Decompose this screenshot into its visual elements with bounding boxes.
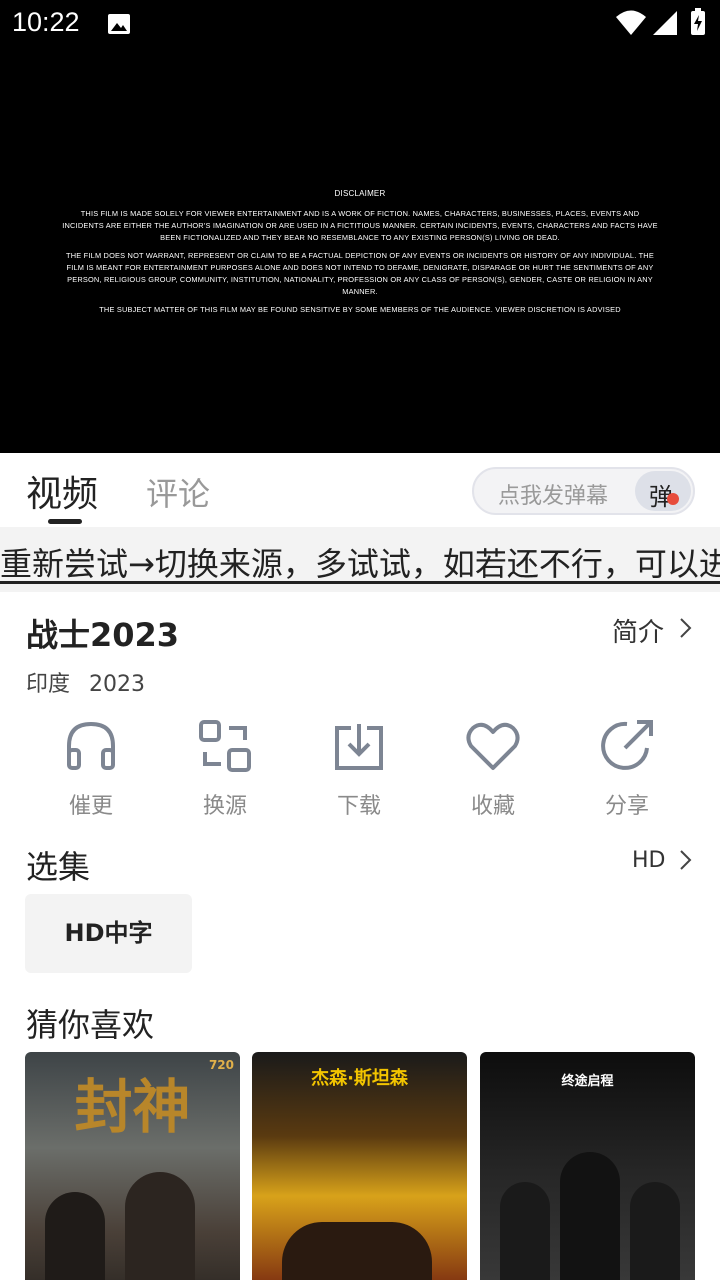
urge-update-label: 催更	[68, 794, 113, 819]
urge-update-button[interactable]: 催更	[41, 716, 141, 820]
disclaimer-text: DISCLAIMER THIS FILM IS MADE SOLELY FOR …	[60, 188, 660, 322]
tab-bar: 视频 评论 点我发弹幕 弹	[0, 453, 720, 527]
download-icon	[335, 724, 383, 770]
disclaimer-paragraph: THIS FILM IS MADE SOLELY FOR VIEWER ENTE…	[62, 209, 658, 242]
danmu-placeholder: 点我发弹幕	[498, 484, 609, 509]
image-icon	[108, 14, 130, 34]
video-player[interactable]: 10:22 DISCLAIMER THIS FILM IS MADE SOLEL…	[0, 0, 720, 453]
poster-corner-label: 720	[208, 1058, 234, 1072]
poster-figure	[630, 1182, 680, 1280]
poster-figure	[500, 1182, 550, 1280]
favorite-label: 收藏	[470, 794, 515, 819]
switch-source-icon	[199, 720, 251, 772]
movie-meta: 印度 2023	[26, 666, 145, 698]
favorite-button[interactable]: 收藏	[443, 716, 543, 820]
episodes-title: 选集	[26, 848, 91, 886]
status-bar: 10:22	[0, 0, 720, 50]
action-row: 催更 换源 下载 收藏 分享	[0, 716, 720, 826]
poster-title: 封神	[74, 1073, 191, 1141]
share-label: 分享	[604, 794, 649, 819]
status-time: 10:22	[12, 7, 80, 37]
chevron-right-icon[interactable]	[676, 617, 694, 639]
movie-year: 2023	[89, 672, 146, 697]
poster-title: 杰森·斯坦森	[311, 1068, 408, 1089]
tab-active-indicator	[48, 519, 82, 524]
disclaimer-paragraph: THE FILM DOES NOT WARRANT, REPRESENT OR …	[66, 251, 654, 296]
episodes-quality-link[interactable]: HD	[632, 848, 665, 873]
download-button[interactable]: 下载	[309, 716, 409, 820]
danmu-toggle-button[interactable]: 弹	[635, 471, 691, 511]
poster-figure	[125, 1172, 195, 1280]
download-label: 下载	[336, 794, 381, 819]
switch-source-button[interactable]: 换源	[175, 716, 275, 820]
danmu-input[interactable]: 点我发弹幕 弹	[472, 467, 695, 515]
recommend-poster[interactable]: 终途启程	[480, 1052, 695, 1280]
movie-region: 印度	[26, 672, 71, 697]
share-button[interactable]: 分享	[577, 716, 677, 820]
signal-icon	[653, 11, 677, 35]
check-badge-icon	[667, 493, 679, 505]
notice-text: 重新尝试→切换来源，多试试，如若还不行，可以进	[0, 545, 720, 583]
tab-comments[interactable]: 评论	[146, 469, 210, 515]
intro-link[interactable]: 简介	[612, 612, 664, 649]
recommend-poster[interactable]: 封神 720	[25, 1052, 240, 1280]
switch-source-label: 换源	[202, 794, 247, 819]
poster-figure	[560, 1152, 620, 1280]
notice-marquee: 重新尝试→切换来源，多试试，如若还不行，可以进	[0, 527, 720, 592]
tab-video[interactable]: 视频	[26, 465, 98, 517]
disclaimer-paragraph: THE SUBJECT MATTER OF THIS FILM MAY BE F…	[99, 305, 621, 314]
battery-charging-icon	[691, 8, 705, 35]
poster-figure	[45, 1192, 105, 1280]
movie-title: 战士2023	[26, 616, 180, 654]
wifi-icon	[616, 10, 646, 35]
poster-title: 终途启程	[561, 1074, 614, 1089]
headphones-icon	[67, 721, 115, 770]
recommend-title: 猜你喜欢	[26, 1006, 155, 1044]
chevron-right-icon[interactable]	[676, 849, 694, 871]
heart-icon	[466, 722, 520, 770]
episode-item[interactable]: HD中字	[25, 894, 192, 973]
disclaimer-title: DISCLAIMER	[334, 189, 386, 198]
poster-figure	[282, 1222, 432, 1280]
recommend-poster[interactable]: 杰森·斯坦森	[252, 1052, 467, 1280]
share-icon	[601, 720, 653, 770]
